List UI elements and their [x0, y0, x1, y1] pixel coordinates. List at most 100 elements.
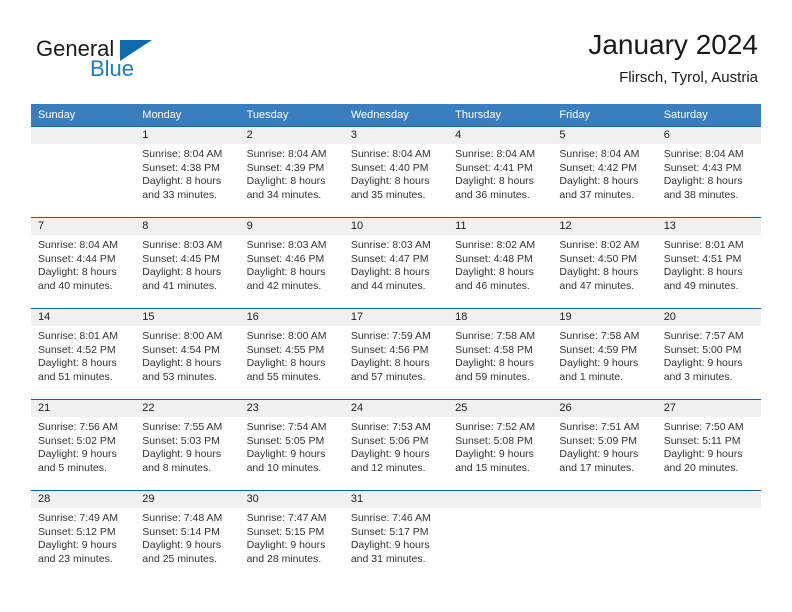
day-number[interactable]: 28	[31, 491, 135, 508]
weekday-header-row: Sunday Monday Tuesday Wednesday Thursday…	[31, 104, 761, 126]
daylight-line-2: and 53 minutes.	[142, 370, 217, 383]
day-cell: Sunrise: 8:01 AM Sunset: 4:52 PM Dayligh…	[31, 326, 135, 392]
daylight-line-1: Daylight: 8 hours	[455, 266, 534, 278]
sunset-line: Sunset: 5:02 PM	[38, 434, 116, 447]
daylight-line-1: Daylight: 9 hours	[663, 448, 743, 460]
daylight-line-1: Daylight: 8 hours	[142, 266, 222, 278]
daylight-line-1: Daylight: 8 hours	[350, 357, 430, 369]
sunrise-line: Sunrise: 7:56 AM	[38, 421, 118, 433]
daylight-line-2: and 20 minutes.	[663, 461, 739, 474]
day-number[interactable]	[31, 127, 135, 144]
day-number[interactable]: 14	[31, 309, 135, 326]
daylight-line-2: and 57 minutes.	[350, 370, 426, 383]
daylight-line-1: Daylight: 8 hours	[663, 175, 743, 187]
day-number[interactable]: 26	[552, 400, 656, 417]
day-cell: Sunrise: 7:46 AM Sunset: 5:17 PM Dayligh…	[344, 508, 448, 574]
day-number[interactable]: 29	[135, 491, 239, 508]
weekday-header-monday: Monday	[142, 109, 182, 121]
sunrise-line: Sunrise: 7:53 AM	[350, 421, 431, 433]
day-number[interactable]: 3	[344, 127, 448, 144]
sunrise-line: Sunrise: 8:04 AM	[663, 148, 744, 160]
day-number[interactable]	[448, 491, 552, 508]
day-cell: Sunrise: 8:00 AM Sunset: 4:54 PM Dayligh…	[135, 326, 239, 392]
daylight-line-2: and 17 minutes.	[559, 461, 635, 474]
day-number[interactable]: 11	[448, 218, 552, 235]
day-number[interactable]	[552, 491, 656, 508]
day-number[interactable]: 9	[240, 218, 344, 235]
day-number[interactable]: 4	[448, 127, 552, 144]
day-number[interactable]: 8	[135, 218, 239, 235]
daylight-line-1: Daylight: 8 hours	[38, 357, 117, 369]
daylight-line-2: and 51 minutes.	[38, 370, 113, 383]
day-number[interactable]: 13	[657, 218, 761, 235]
day-number[interactable]: 5	[552, 127, 656, 144]
daylight-line-2: and 8 minutes.	[142, 461, 212, 474]
day-cell: Sunrise: 7:59 AM Sunset: 4:56 PM Dayligh…	[344, 326, 448, 392]
daylight-line-1: Daylight: 8 hours	[246, 357, 326, 369]
day-cell: Sunrise: 7:53 AM Sunset: 5:06 PM Dayligh…	[344, 417, 448, 483]
daylight-line-1: Daylight: 9 hours	[38, 539, 117, 551]
week-spacer	[31, 301, 761, 308]
day-number[interactable]: 2	[240, 127, 344, 144]
daylight-line-2: and 38 minutes.	[663, 188, 739, 201]
day-number[interactable]: 12	[552, 218, 656, 235]
daylight-line-2: and 47 minutes.	[559, 279, 635, 292]
sunset-line: Sunset: 4:40 PM	[350, 161, 429, 174]
sunrise-line: Sunrise: 7:50 AM	[663, 421, 744, 433]
sunrise-line: Sunrise: 8:03 AM	[350, 239, 431, 251]
day-cell: Sunrise: 8:04 AM Sunset: 4:42 PM Dayligh…	[552, 144, 656, 210]
day-number[interactable]: 24	[344, 400, 448, 417]
daylight-line-2: and 44 minutes.	[350, 279, 426, 292]
sunset-line: Sunset: 5:15 PM	[246, 525, 325, 538]
day-number[interactable]: 30	[240, 491, 344, 508]
sunset-line: Sunset: 5:00 PM	[663, 343, 742, 356]
daylight-line-2: and 42 minutes.	[246, 279, 322, 292]
sunset-line: Sunset: 4:48 PM	[455, 252, 533, 265]
general-blue-logo[interactable]: General Blue	[36, 36, 166, 86]
sunrise-line: Sunrise: 7:54 AM	[246, 421, 327, 433]
sunset-line: Sunset: 4:55 PM	[246, 343, 325, 356]
day-cell: Sunrise: 7:51 AM Sunset: 5:09 PM Dayligh…	[552, 417, 656, 483]
day-number[interactable]: 27	[657, 400, 761, 417]
day-cell: Sunrise: 8:03 AM Sunset: 4:47 PM Dayligh…	[344, 235, 448, 301]
day-number[interactable]: 16	[240, 309, 344, 326]
daylight-line-1: Daylight: 8 hours	[38, 266, 117, 278]
daylight-line-2: and 33 minutes.	[142, 188, 217, 201]
day-number[interactable]: 21	[31, 400, 135, 417]
day-number[interactable]: 18	[448, 309, 552, 326]
weekday-header-friday: Friday	[559, 109, 590, 121]
day-number[interactable]: 25	[448, 400, 552, 417]
week-spacer	[31, 483, 761, 490]
day-number[interactable]: 20	[657, 309, 761, 326]
day-number[interactable]: 7	[31, 218, 135, 235]
daylight-line-2: and 41 minutes.	[142, 279, 217, 292]
logo-text-blue: Blue	[90, 56, 135, 81]
day-number[interactable]: 31	[344, 491, 448, 508]
week-row: 1 2 3 4 5 6 Sunrise: 8:04 AM Sunset: 4:3…	[31, 126, 761, 217]
day-number[interactable]: 1	[135, 127, 239, 144]
daylight-line-1: Daylight: 8 hours	[142, 357, 222, 369]
day-number[interactable]: 15	[135, 309, 239, 326]
daylight-line-1: Daylight: 8 hours	[559, 175, 639, 187]
day-number[interactable]: 22	[135, 400, 239, 417]
day-number[interactable]: 6	[657, 127, 761, 144]
day-number[interactable]: 19	[552, 309, 656, 326]
sunrise-line: Sunrise: 8:04 AM	[350, 148, 431, 160]
day-number[interactable]: 10	[344, 218, 448, 235]
day-number[interactable]: 23	[240, 400, 344, 417]
sunset-line: Sunset: 4:45 PM	[142, 252, 220, 265]
daylight-line-1: Daylight: 9 hours	[142, 539, 222, 551]
day-cell	[448, 508, 552, 574]
day-number[interactable]: 17	[344, 309, 448, 326]
location-subtitle: Flirsch, Tyrol, Austria	[619, 69, 758, 86]
sunset-line: Sunset: 4:56 PM	[350, 343, 429, 356]
week-spacer	[31, 392, 761, 399]
sunset-line: Sunset: 5:17 PM	[350, 525, 429, 538]
sunrise-line: Sunrise: 7:51 AM	[559, 421, 640, 433]
sunset-line: Sunset: 5:12 PM	[38, 525, 116, 538]
day-detail-row: Sunrise: 7:56 AM Sunset: 5:02 PM Dayligh…	[31, 417, 761, 483]
week-row: 28 29 30 31 Sunrise: 7:49 AM Sunset: 5:1…	[31, 490, 761, 574]
day-cell: Sunrise: 8:04 AM Sunset: 4:39 PM Dayligh…	[240, 144, 344, 210]
day-cell	[31, 144, 135, 210]
day-number[interactable]	[657, 491, 761, 508]
